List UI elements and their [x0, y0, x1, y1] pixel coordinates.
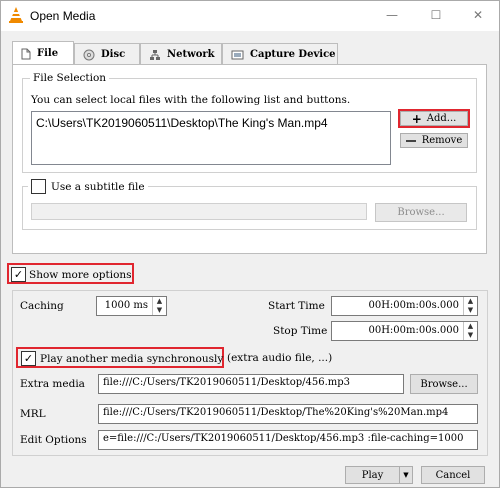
- extra-media-browse-button[interactable]: Browse...: [410, 374, 478, 394]
- subtitle-checkbox-label: Use a subtitle file: [51, 180, 145, 193]
- stop-time-value: 00H:00m:00s.000: [368, 325, 459, 336]
- tab-disc[interactable]: Disc: [74, 43, 140, 65]
- close-button[interactable]: ✕: [466, 6, 490, 24]
- file-list[interactable]: C:\Users\TK2019060511\Desktop\The King's…: [31, 111, 391, 165]
- minimize-button[interactable]: —: [380, 6, 404, 24]
- start-time-value: 00H:00m:00s.000: [368, 300, 459, 311]
- stop-time-label: Stop Time: [273, 325, 328, 337]
- tab-network-label: Network: [167, 49, 215, 60]
- network-icon: [150, 49, 160, 60]
- start-time-spinner[interactable]: ▲ ▼: [463, 297, 477, 315]
- play-button-label[interactable]: Play: [346, 470, 399, 481]
- tab-file[interactable]: File: [12, 41, 74, 65]
- play-split-button[interactable]: Play ▼: [345, 466, 413, 484]
- edit-options-input[interactable]: e=file:///C:/Users/TK2019060511/Desktop/…: [98, 430, 478, 450]
- spin-down-icon[interactable]: ▼: [153, 306, 166, 315]
- tab-capture-device-label: Capture Device: [250, 49, 336, 60]
- spin-up-icon[interactable]: ▲: [464, 297, 477, 306]
- subtitle-browse-button[interactable]: Browse...: [375, 203, 467, 222]
- subtitle-checkbox[interactable]: [31, 179, 46, 194]
- add-button-label: Add...: [426, 113, 457, 124]
- spin-up-icon[interactable]: ▲: [153, 297, 166, 306]
- show-more-checkbox[interactable]: ✓: [11, 267, 26, 282]
- subtitle-path-field[interactable]: [31, 203, 367, 220]
- window-title: Open Media: [30, 9, 96, 23]
- cancel-button[interactable]: Cancel: [421, 466, 485, 484]
- start-time-label: Start Time: [268, 300, 325, 312]
- list-item[interactable]: C:\Users\TK2019060511\Desktop\The King's…: [32, 112, 390, 134]
- show-more-row[interactable]: ✓ Show more options: [11, 267, 132, 282]
- spin-down-icon[interactable]: ▼: [464, 331, 477, 340]
- caching-spinner[interactable]: ▲ ▼: [152, 297, 166, 315]
- tab-disc-label: Disc: [101, 49, 126, 60]
- caching-value: 1000 ms: [104, 300, 148, 311]
- add-button[interactable]: + Add...: [400, 111, 468, 126]
- remove-button-label: Remove: [421, 135, 463, 146]
- remove-button[interactable]: Remove: [400, 133, 468, 148]
- sync-row[interactable]: ✓ Play another media synchronously: [21, 351, 223, 366]
- minus-icon: [405, 139, 416, 142]
- sync-hint: (extra audio file, ...): [227, 352, 333, 364]
- show-more-label: Show more options: [29, 268, 132, 281]
- tab-capture-device[interactable]: Capture Device: [222, 43, 338, 65]
- sync-label: Play another media synchronously: [40, 352, 224, 365]
- file-selection-label: File Selection: [30, 72, 110, 84]
- tab-file-label: File: [37, 48, 59, 59]
- file-icon: [21, 48, 31, 59]
- play-dropdown-arrow-icon[interactable]: ▼: [399, 467, 412, 483]
- spin-down-icon[interactable]: ▼: [464, 306, 477, 315]
- maximize-button[interactable]: ☐: [424, 6, 448, 24]
- checkmark-icon: ✓: [13, 268, 24, 281]
- caching-label: Caching: [20, 300, 64, 312]
- file-selection-description: You can select local files with the foll…: [31, 94, 351, 106]
- capture-device-icon: [231, 50, 244, 59]
- edit-options-label: Edit Options: [20, 434, 87, 446]
- stop-time-spinner[interactable]: ▲ ▼: [463, 322, 477, 340]
- tab-network[interactable]: Network: [140, 43, 222, 65]
- stop-time-spinbox[interactable]: 00H:00m:00s.000 ▲ ▼: [331, 321, 478, 341]
- vlc-cone-icon: [9, 7, 23, 23]
- mrl-input[interactable]: file:///C:/Users/TK2019060511/Desktop/Th…: [98, 404, 478, 424]
- checkmark-icon: ✓: [23, 352, 34, 365]
- sync-checkbox[interactable]: ✓: [21, 351, 36, 366]
- plus-icon: +: [411, 111, 422, 126]
- subtitle-checkbox-row[interactable]: Use a subtitle file: [28, 179, 148, 194]
- start-time-spinbox[interactable]: 00H:00m:00s.000 ▲ ▼: [331, 296, 478, 316]
- disc-icon: [83, 49, 95, 60]
- spin-up-icon[interactable]: ▲: [464, 322, 477, 331]
- extra-media-input[interactable]: file:///C:/Users/TK2019060511/Desktop/45…: [98, 374, 404, 394]
- mrl-label: MRL: [20, 408, 46, 420]
- extra-media-label: Extra media: [20, 378, 85, 390]
- caching-spinbox[interactable]: 1000 ms ▲ ▼: [96, 296, 167, 316]
